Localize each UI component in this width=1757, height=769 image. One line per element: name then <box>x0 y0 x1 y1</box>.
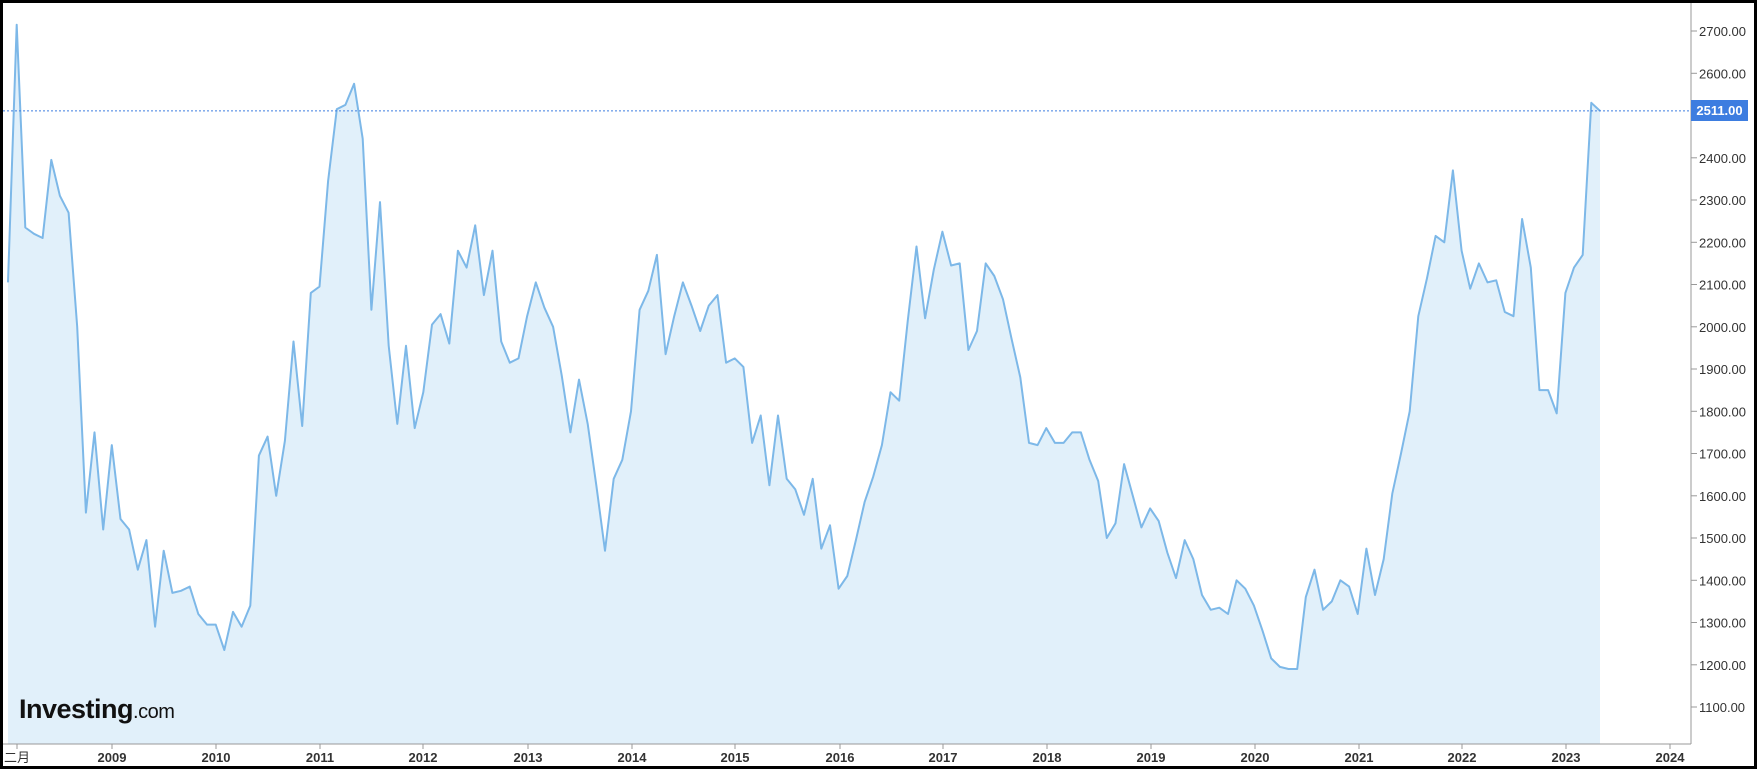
y-tick-label: 2200.00 <box>1699 235 1746 250</box>
x-tick-label: 2014 <box>618 750 648 765</box>
logo-suffix: .com <box>133 701 175 723</box>
y-tick-label: 2300.00 <box>1699 193 1746 208</box>
x-tick-label: 2013 <box>514 750 543 765</box>
x-tick-label: 2012 <box>409 750 438 765</box>
y-tick-label: 1200.00 <box>1699 658 1746 673</box>
x-tick-label: 2010 <box>202 750 231 765</box>
y-tick-label: 2100.00 <box>1699 278 1746 293</box>
last-value-badge: 2511.00 <box>1691 100 1748 122</box>
x-tick-label: 2015 <box>721 750 750 765</box>
x-tick-label: 2016 <box>826 750 855 765</box>
y-tick-label: 1500.00 <box>1699 531 1746 546</box>
y-tick-label: 2400.00 <box>1699 151 1746 166</box>
x-tick-label: 2009 <box>98 750 127 765</box>
y-tick-label: 2700.00 <box>1699 24 1746 39</box>
x-tick-label: 二月 <box>4 751 30 766</box>
series-area-fill <box>8 24 1600 744</box>
logo-brand: Investing <box>19 694 134 724</box>
y-tick-label: 1400.00 <box>1699 573 1746 588</box>
y-tick-label: 1600.00 <box>1699 489 1746 504</box>
y-tick-label: 1300.00 <box>1699 616 1746 631</box>
area-layer <box>7 23 1601 744</box>
x-tick-label: 2024 <box>1656 750 1686 765</box>
y-axis-ticks: 1100.00 1200.00 1300.00 1400.00 1500.00 1600.… <box>1691 24 1746 715</box>
x-tick-label: 2018 <box>1033 750 1062 765</box>
x-tick-label: 2021 <box>1345 750 1374 765</box>
x-tick-label: 2017 <box>929 750 958 765</box>
x-tick-label: 2020 <box>1241 750 1270 765</box>
y-tick-label: 1700.00 <box>1699 447 1746 462</box>
price-area-chart[interactable]: 1100.00 1200.00 1300.00 1400.00 1500.00 1600.… <box>0 0 1757 769</box>
y-tick-label: 1800.00 <box>1699 404 1746 419</box>
x-tick-label: 2011 <box>306 750 334 765</box>
x-tick-label: 2022 <box>1448 750 1477 765</box>
y-tick-label: 2000.00 <box>1699 320 1746 335</box>
investing-logo: Investing.com <box>19 694 175 725</box>
y-tick-label: 2600.00 <box>1699 66 1746 81</box>
y-tick-label: 1100.00 <box>1699 700 1745 715</box>
y-tick-label: 1900.00 <box>1699 362 1746 377</box>
x-tick-label: 2019 <box>1137 750 1166 765</box>
x-tick-label: 2023 <box>1552 750 1581 765</box>
x-axis-ticks: 二月 2009 2010 2011 2012 2013 2014 2015 2016 2017 20… <box>4 744 1685 766</box>
